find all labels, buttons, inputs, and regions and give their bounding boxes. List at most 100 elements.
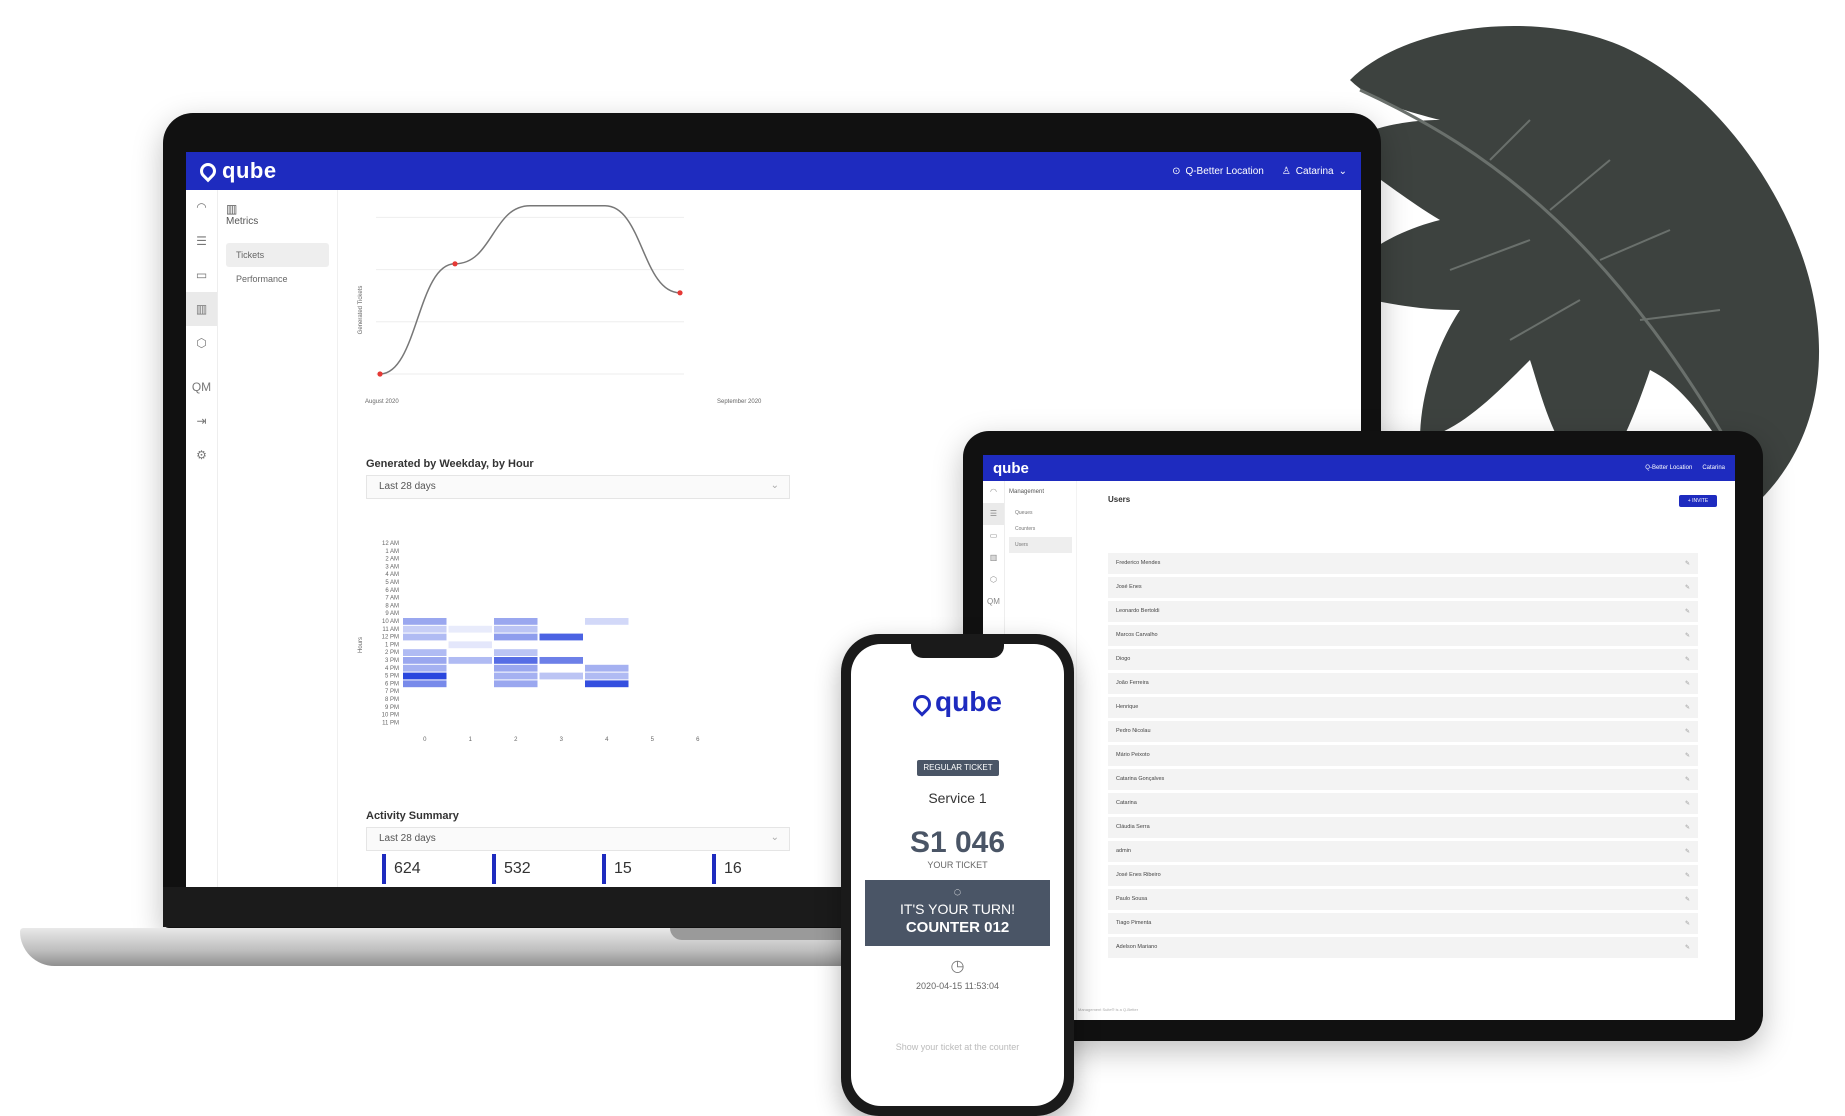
user-row[interactable]: Mário Peixoto ✎ [1108,745,1698,766]
cube-icon[interactable]: ⬡ [983,569,1004,591]
subnav-item-performance[interactable]: Performance [226,267,329,291]
sliders-icon[interactable]: ☰ [983,503,1004,525]
user-row[interactable]: Catarina ✎ [1108,793,1698,814]
edit-icon[interactable]: ✎ [1685,560,1690,567]
heatmap-cell[interactable] [448,657,493,664]
user-name: Frederico Mendes [1116,560,1161,567]
edit-icon[interactable]: ✎ [1685,872,1690,879]
heatmap-cell[interactable] [494,680,538,688]
qube-logo[interactable]: qube [196,158,277,184]
subnav-item-users[interactable]: Users [1009,537,1072,553]
user-row[interactable]: Pedro Nicolau ✎ [1108,721,1698,742]
top-app-bar: qube ⊙ Q-Better Location ♙ Catarina ⌄ [186,152,1361,190]
line-point[interactable] [452,261,458,267]
user-row[interactable]: Catarina Gonçalves ✎ [1108,769,1698,790]
dashboard-icon[interactable]: ◠ [186,190,217,224]
ticket-datetime: 2020-04-15 11:53:04 [916,981,999,991]
heatmap-cell[interactable] [494,664,538,672]
user-row[interactable]: João Ferreira ✎ [1108,673,1698,694]
location-selector[interactable]: ⊙ Q-Better Location [1172,166,1264,177]
activity-period-select[interactable]: Last 28 days ⌄ [366,827,790,851]
heatmap-cell[interactable] [585,664,629,672]
heatmap-cell[interactable] [403,633,447,641]
edit-icon[interactable]: ✎ [1685,728,1690,735]
edit-icon[interactable]: ✎ [1685,944,1690,951]
heatmap-cell[interactable] [403,625,447,633]
user-name: José Enes [1116,584,1142,591]
heatmap-cell[interactable] [403,657,447,664]
subnav-item-counters[interactable]: Counters [1009,521,1072,537]
edit-icon[interactable]: ✎ [1685,896,1690,903]
user-row[interactable]: Marcos Carvalho ✎ [1108,625,1698,646]
line-point[interactable] [377,371,383,377]
heatmap-ylabel: Hours [358,637,364,653]
edit-icon[interactable]: ✎ [1685,608,1690,615]
heatmap-cell[interactable] [403,649,447,656]
heatmap-cell[interactable] [539,672,584,680]
user-row[interactable]: Cláudia Serra ✎ [1108,817,1698,838]
user-row[interactable]: Adelson Mariano ✎ [1108,937,1698,958]
day-label: 3 [560,737,564,743]
hour-label: 11 AM [382,627,399,633]
edit-icon[interactable]: ✎ [1685,776,1690,783]
tablet-top-bar: qube Q-Better Location Catarina [983,455,1735,481]
user-row[interactable]: Henrique ✎ [1108,697,1698,718]
monitor-icon[interactable]: ▭ [983,525,1004,547]
logout-icon[interactable]: ⇥ [186,404,217,438]
sliders-icon[interactable]: ☰ [186,224,217,258]
edit-icon[interactable]: ✎ [1685,800,1690,807]
heatmap-cell[interactable] [403,618,447,625]
dashboard-icon[interactable]: ◠ [983,481,1004,503]
heatmap-cell[interactable] [403,680,447,688]
edit-icon[interactable]: ✎ [1685,824,1690,831]
heatmap-cell[interactable] [403,664,447,672]
user-row[interactable]: Tiago Pimenta ✎ [1108,913,1698,934]
chart-icon[interactable]: ▥ [983,547,1004,569]
heatmap-cell[interactable] [448,641,493,649]
user-row[interactable]: admin ✎ [1108,841,1698,862]
user-row[interactable]: Frederico Mendes ✎ [1108,553,1698,574]
heatmap-cell[interactable] [403,672,447,680]
qube-logo[interactable]: qube [993,460,1029,477]
user-row[interactable]: Paulo Sousa ✎ [1108,889,1698,910]
subnav-item-queues[interactable]: Queues [1009,505,1072,521]
heatmap-cell[interactable] [585,680,629,688]
edit-icon[interactable]: ✎ [1685,584,1690,591]
qm-link[interactable]: QM [983,591,1004,613]
user-menu[interactable]: Catarina [1702,465,1725,471]
edit-icon[interactable]: ✎ [1685,656,1690,663]
hour-label: 2 AM [385,557,399,563]
user-row[interactable]: José Enes ✎ [1108,577,1698,598]
edit-icon[interactable]: ✎ [1685,752,1690,759]
subnav-item-tickets[interactable]: Tickets [226,243,329,267]
heatmap-cell[interactable] [494,649,538,656]
heatmap-cell[interactable] [585,672,629,680]
cube-icon[interactable]: ⬡ [186,326,217,360]
chart-icon[interactable]: ▥ [186,292,217,326]
user-row[interactable]: José Enes Ribeiro ✎ [1108,865,1698,886]
user-menu[interactable]: ♙ Catarina ⌄ [1282,166,1347,177]
heatmap-cell[interactable] [448,625,493,633]
heatmap-period-select[interactable]: Last 28 days ⌄ [366,475,790,499]
line-point[interactable] [677,290,683,296]
qm-link[interactable]: QM [186,370,217,404]
heatmap-cell[interactable] [539,633,584,641]
edit-icon[interactable]: ✎ [1685,680,1690,687]
edit-icon[interactable]: ✎ [1685,920,1690,927]
heatmap-cell[interactable] [494,657,538,664]
monitor-icon[interactable]: ▭ [186,258,217,292]
user-row[interactable]: Diogo ✎ [1108,649,1698,670]
edit-icon[interactable]: ✎ [1685,704,1690,711]
heatmap-cell[interactable] [494,633,538,641]
location-selector[interactable]: Q-Better Location [1645,465,1692,471]
heatmap-cell[interactable] [494,625,538,633]
user-row[interactable]: Leonardo Bertoldi ✎ [1108,601,1698,622]
settings-icon[interactable]: ⚙ [186,438,217,472]
heatmap-cell[interactable] [494,618,538,625]
edit-icon[interactable]: ✎ [1685,848,1690,855]
heatmap-cell[interactable] [585,618,629,625]
edit-icon[interactable]: ✎ [1685,632,1690,639]
heatmap-cell[interactable] [539,657,584,664]
heatmap-cell[interactable] [494,672,538,680]
invite-button[interactable]: + INVITE [1679,495,1717,507]
